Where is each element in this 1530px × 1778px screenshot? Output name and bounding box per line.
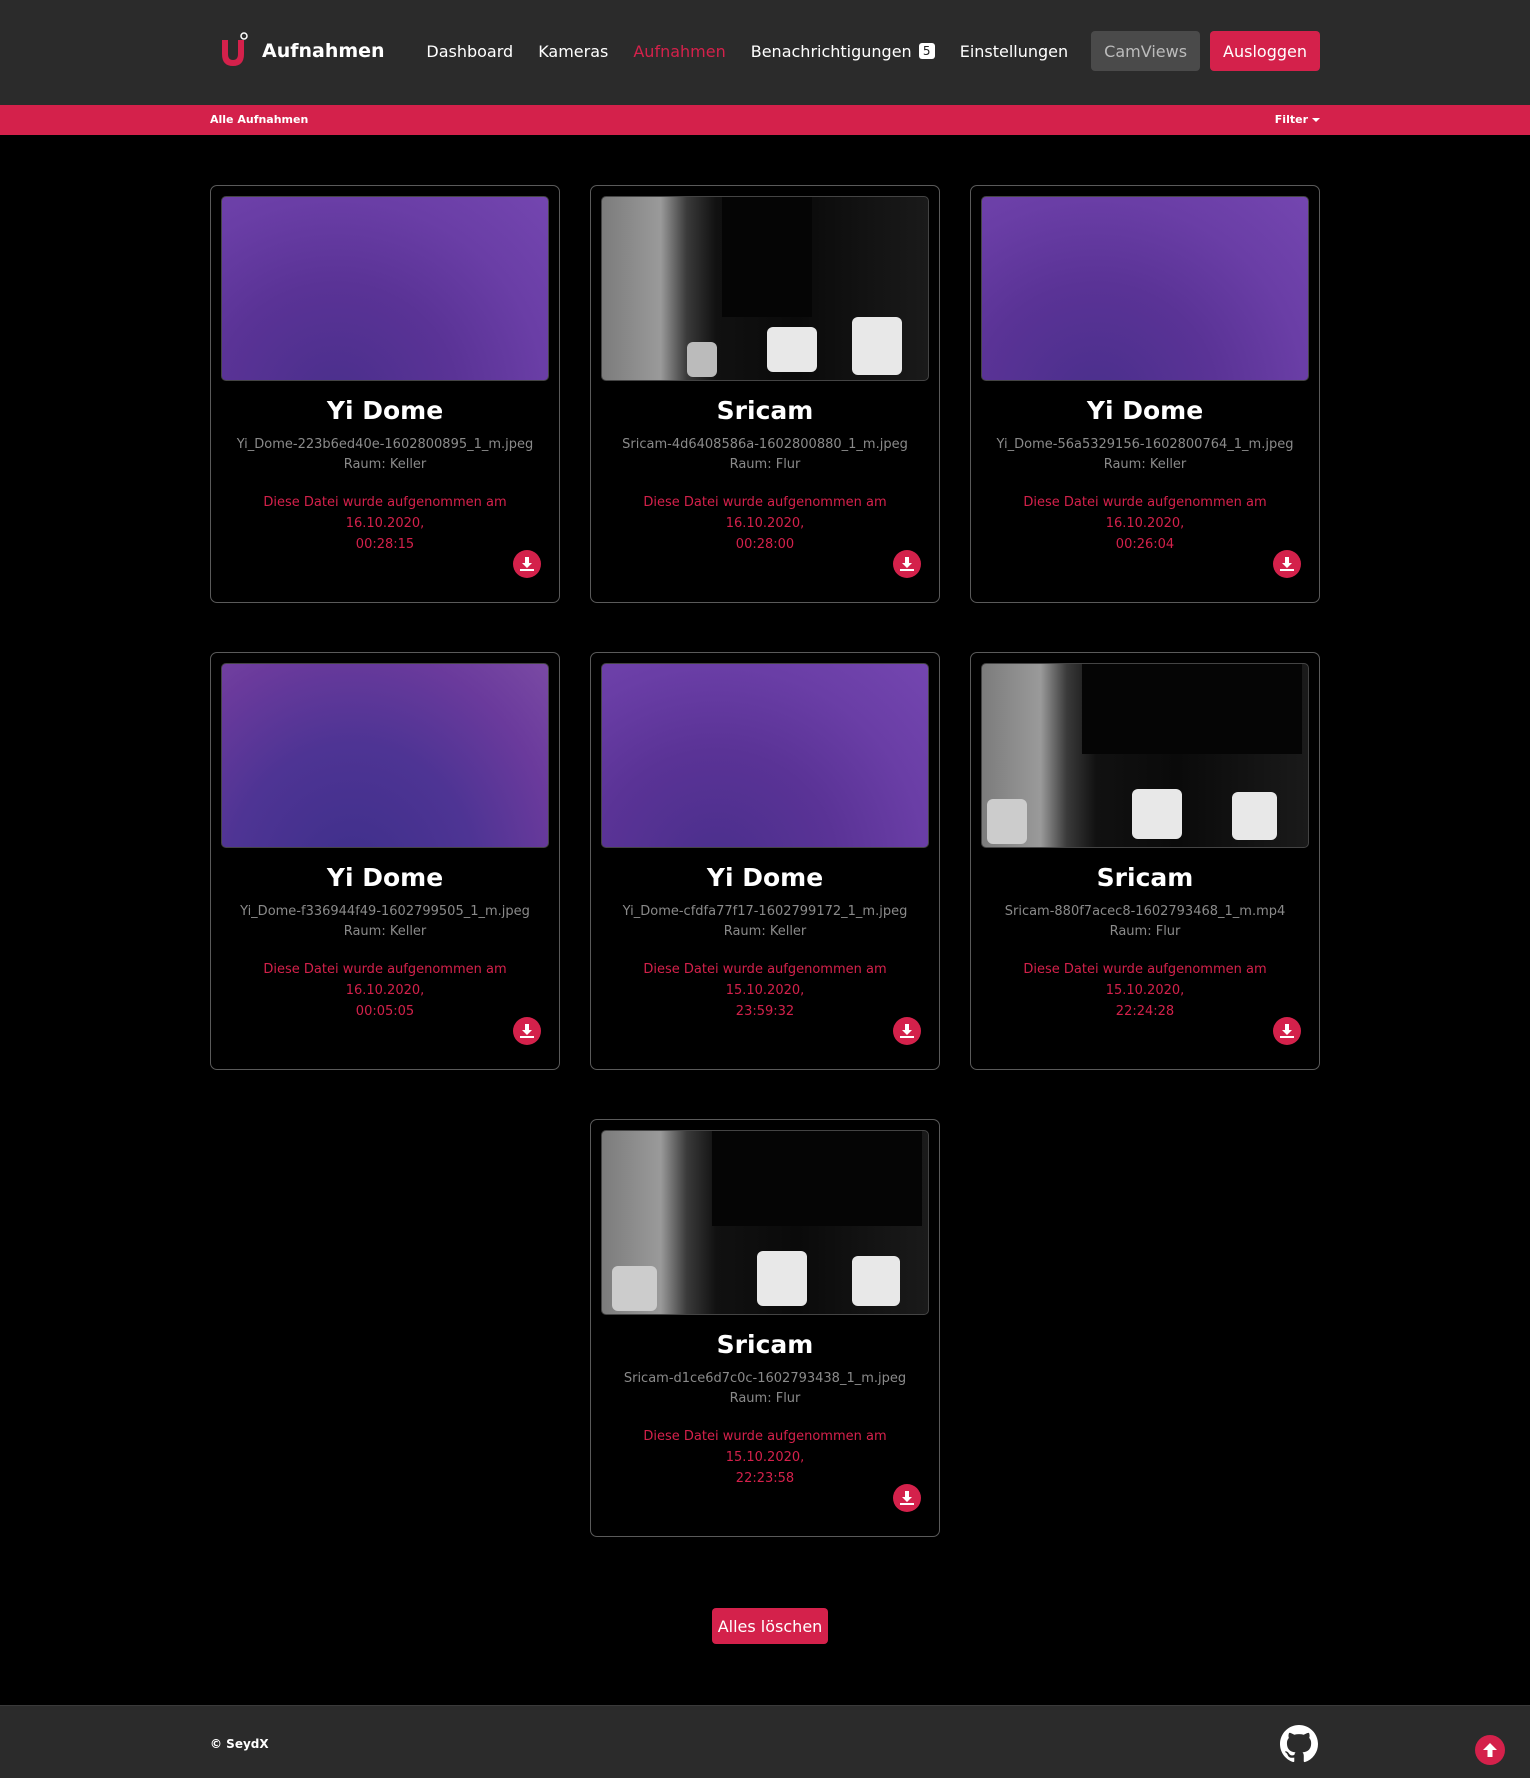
download-icon [1280, 557, 1294, 571]
room-label: Raum: Flur [729, 457, 801, 472]
recording-card: Yi Dome Yi_Dome-cfdfa77f17-1602799172_1_… [590, 652, 940, 1070]
recorded-at: Diese Datei wurde aufgenommen am 16.10.2… [985, 492, 1305, 555]
recorded-at-line1: Diese Datei wurde aufgenommen am 16.10.2… [263, 962, 507, 998]
recorded-at-time: 00:05:05 [355, 1004, 415, 1019]
download-icon [900, 1024, 914, 1038]
recording-card: Yi Dome Yi_Dome-f336944f49-1602799505_1_… [210, 652, 560, 1070]
footer: © SeydX [0, 1705, 1530, 1778]
download-icon [900, 557, 914, 571]
recording-card: Yi Dome Yi_Dome-56a5329156-1602800764_1_… [970, 185, 1320, 603]
camera-name: Sricam [716, 396, 814, 425]
filter-label: Filter [1274, 113, 1308, 126]
nav-dashboard[interactable]: Dashboard [426, 42, 513, 61]
page-title: Aufnahmen [262, 40, 385, 62]
recording-card: Yi Dome Yi_Dome-223b6ed40e-1602800895_1_… [210, 185, 560, 603]
recording-card: Sricam Sricam-d1ce6d7c0c-1602793438_1_m.… [590, 1119, 940, 1537]
file-name: Sricam-d1ce6d7c0c-1602793438_1_m.jpeg [623, 1371, 907, 1386]
recorded-at-time: 00:28:00 [735, 537, 795, 552]
copyright: © SeydX [210, 1737, 269, 1751]
download-icon [520, 557, 534, 571]
recorded-at: Diese Datei wurde aufgenommen am 16.10.2… [225, 959, 545, 1022]
subbar-title[interactable]: Alle Aufnahmen [210, 113, 308, 126]
main-nav: Dashboard Kameras Aufnahmen Benachrichti… [401, 31, 1320, 71]
arrow-up-icon [1483, 1743, 1497, 1757]
recorded-at: Diese Datei wurde aufgenommen am 16.10.2… [605, 492, 925, 555]
nav-benachrichtigungen[interactable]: Benachrichtigungen 5 [751, 42, 935, 61]
notification-count-badge: 5 [918, 43, 935, 59]
filter-dropdown[interactable]: Filter [1275, 113, 1320, 126]
recorded-at: Diese Datei wurde aufgenommen am 16.10.2… [225, 492, 545, 555]
recorded-at-time: 00:28:15 [355, 537, 415, 552]
recordings-grid: Yi Dome Yi_Dome-223b6ed40e-1602800895_1_… [210, 185, 1320, 1537]
recorded-at-time: 23:59:32 [735, 1004, 795, 1019]
recording-thumbnail[interactable] [601, 1130, 929, 1315]
brand[interactable]: Aufnahmen [216, 32, 385, 70]
delete-all-button[interactable]: Alles löschen [712, 1608, 828, 1644]
logout-button[interactable]: Ausloggen [1210, 31, 1320, 71]
recorded-at-time: 22:24:28 [1115, 1004, 1175, 1019]
nav-aufnahmen[interactable]: Aufnahmen [633, 42, 725, 61]
recorded-at-line1: Diese Datei wurde aufgenommen am 15.10.2… [643, 962, 887, 998]
recorded-at: Diese Datei wurde aufgenommen am 15.10.2… [985, 959, 1305, 1022]
u-magnet-logo-icon [216, 32, 250, 70]
camera-name: Yi Dome [706, 863, 824, 892]
camviews-button[interactable]: CamViews [1091, 31, 1201, 71]
recording-thumbnail[interactable] [981, 663, 1309, 848]
file-name: Yi_Dome-f336944f49-1602799505_1_m.jpeg [240, 904, 530, 919]
recorded-at-line1: Diese Datei wurde aufgenommen am 15.10.2… [1023, 962, 1267, 998]
camera-name: Yi Dome [326, 396, 444, 425]
camera-name: Sricam [1096, 863, 1194, 892]
recorded-at-line1: Diese Datei wurde aufgenommen am 15.10.2… [643, 1429, 887, 1465]
recording-thumbnail[interactable] [601, 196, 929, 381]
download-icon [1280, 1024, 1294, 1038]
recording-thumbnail[interactable] [981, 196, 1309, 381]
download-button[interactable] [513, 550, 541, 578]
scroll-top-button[interactable] [1475, 1735, 1505, 1765]
room-label: Raum: Flur [729, 1391, 801, 1406]
download-button[interactable] [893, 1017, 921, 1045]
file-name: Yi_Dome-56a5329156-1602800764_1_m.jpeg [996, 437, 1294, 452]
file-name: Yi_Dome-cfdfa77f17-1602799172_1_m.jpeg [622, 904, 908, 919]
recorded-at-line1: Diese Datei wurde aufgenommen am 16.10.2… [263, 495, 507, 531]
recording-thumbnail[interactable] [221, 196, 549, 381]
download-button[interactable] [893, 550, 921, 578]
download-button[interactable] [1273, 550, 1301, 578]
download-button[interactable] [513, 1017, 541, 1045]
nav-benachrichtigungen-label: Benachrichtigungen [750, 41, 912, 61]
recording-thumbnail[interactable] [221, 663, 549, 848]
caret-down-icon [1312, 118, 1320, 122]
download-icon [900, 1491, 914, 1505]
camera-name: Yi Dome [1086, 396, 1204, 425]
room-label: Raum: Keller [1103, 457, 1187, 472]
sub-navbar: Alle Aufnahmen Filter [0, 105, 1530, 135]
recorded-at-line1: Diese Datei wurde aufgenommen am 16.10.2… [1023, 495, 1267, 531]
recorded-at-time: 00:26:04 [1115, 537, 1175, 552]
nav-einstellungen[interactable]: Einstellungen [960, 42, 1068, 61]
github-icon[interactable] [1280, 1725, 1318, 1763]
room-label: Raum: Keller [723, 924, 807, 939]
recording-thumbnail[interactable] [601, 663, 929, 848]
nav-kameras[interactable]: Kameras [538, 42, 608, 61]
room-label: Raum: Flur [1109, 924, 1181, 939]
room-label: Raum: Keller [343, 924, 427, 939]
download-icon [520, 1024, 534, 1038]
room-label: Raum: Keller [343, 457, 427, 472]
file-name: Sricam-4d6408586a-1602800880_1_m.jpeg [622, 437, 908, 452]
file-name: Sricam-880f7acec8-1602793468_1_m.mp4 [1004, 904, 1286, 919]
recorded-at: Diese Datei wurde aufgenommen am 15.10.2… [605, 1426, 925, 1489]
camera-name: Yi Dome [326, 863, 444, 892]
download-button[interactable] [893, 1484, 921, 1512]
download-button[interactable] [1273, 1017, 1301, 1045]
recording-card: Sricam Sricam-4d6408586a-1602800880_1_m.… [590, 185, 940, 603]
top-navbar: Aufnahmen Dashboard Kameras Aufnahmen Be… [0, 0, 1530, 105]
camera-name: Sricam [716, 1330, 814, 1359]
recorded-at-time: 22:23:58 [735, 1471, 795, 1486]
file-name: Yi_Dome-223b6ed40e-1602800895_1_m.jpeg [236, 437, 534, 452]
recorded-at-line1: Diese Datei wurde aufgenommen am 16.10.2… [643, 495, 887, 531]
recording-card: Sricam Sricam-880f7acec8-1602793468_1_m.… [970, 652, 1320, 1070]
recorded-at: Diese Datei wurde aufgenommen am 15.10.2… [605, 959, 925, 1022]
